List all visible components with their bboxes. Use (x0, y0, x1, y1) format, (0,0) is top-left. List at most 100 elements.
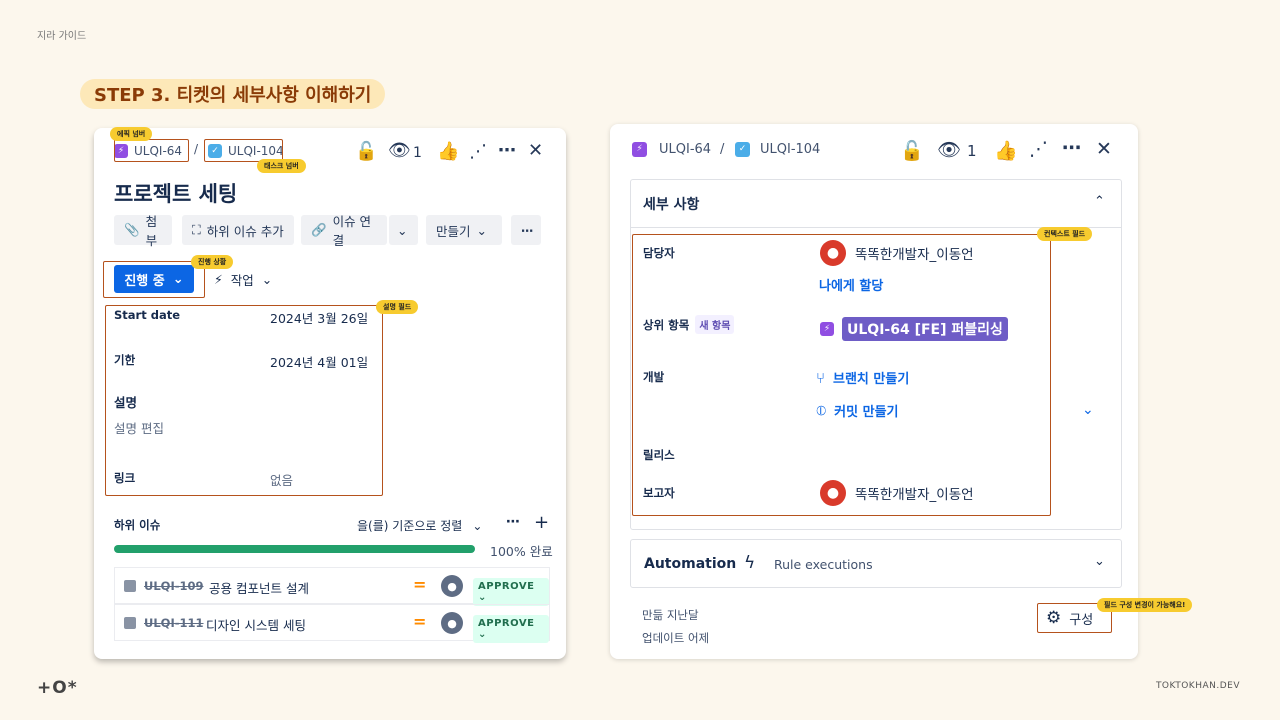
automation-panel[interactable]: Automation ϟ Rule executions ⌄ (630, 539, 1122, 588)
description-field-tag: 설명 필드 (376, 300, 419, 314)
guide-title: 지라 가이드 (37, 31, 87, 42)
progress-status-tag: 진행 상황 (191, 255, 234, 269)
subtask-key[interactable]: ULQI-109 (144, 579, 204, 593)
share-icon[interactable]: ⋰ (469, 141, 487, 162)
link-issue-button[interactable]: 🔗 이슈 연결 (301, 214, 387, 248)
epic-key-highlight (114, 139, 189, 162)
epic-key: ULQI-64 (659, 141, 712, 157)
gear-icon: ⚙ (1046, 608, 1062, 628)
link-value: 없음 (270, 473, 294, 488)
subtask-row[interactable]: ULQI-111 디자인 시스템 세팅 = ● APPROVE ⌄ (114, 604, 550, 643)
field-config-tag: 필드 구성 변경이 가능해요! (1097, 598, 1193, 612)
subtask-status-label: APPROVE (478, 618, 535, 629)
like-icon[interactable]: 👍 (994, 139, 1018, 162)
assign-to-me-link[interactable]: 나에게 할당 (819, 275, 883, 294)
details-header[interactable]: 세부 사항 ⌃ (631, 180, 1121, 228)
add-child-button[interactable]: ⛶ 하위 이슈 추가 (182, 215, 294, 245)
plus-icon[interactable]: + (534, 512, 549, 533)
chevron-up-icon[interactable]: ⌃ (1094, 194, 1105, 209)
details-title: 세부 사항 (643, 197, 700, 213)
create-button[interactable]: 만들기 ⌄ (426, 215, 502, 245)
more-icon[interactable]: ⋯ (506, 514, 520, 530)
subtask-status-label: APPROVE (478, 581, 535, 592)
action-button[interactable]: ⚡ 작업 ⌄ (214, 270, 272, 289)
start-date-value[interactable]: 2024년 3월 26일 (270, 308, 368, 327)
chevron-down-icon: ⌄ (397, 222, 408, 238)
avatar-icon[interactable]: ● (441, 612, 463, 634)
breadcrumb-separator: / (720, 142, 725, 157)
development-label: 개발 (643, 370, 665, 384)
create-commit-label: 커밋 만들기 (834, 405, 899, 420)
due-date-value[interactable]: 2024년 4월 01일 (270, 352, 368, 371)
start-date-label: Start date (114, 308, 181, 322)
created-date: 만듦 지난달 (642, 608, 699, 622)
chevron-down-icon[interactable]: ⌄ (1094, 554, 1105, 569)
issue-sidebar-card: ⚡ ULQI-64 / ✓ ULQI-104 🔓 👁 1 👍 ⋰ ⋯ ✕ 세부 … (610, 124, 1193, 659)
status-label: 진행 중 (124, 273, 165, 289)
priority-medium-icon: = (413, 575, 427, 594)
task-key-link[interactable]: ✓ ULQI-104 (735, 138, 820, 160)
create-branch-link[interactable]: ⑂ 브랜치 만들기 (816, 368, 909, 388)
reporter-name: 똑똑한개발자_이동언 (855, 487, 974, 503)
chevron-down-icon: ⌄ (472, 518, 483, 533)
breadcrumb-separator: / (194, 142, 199, 156)
lock-icon[interactable]: 🔓 (355, 141, 377, 162)
subtask-icon (124, 580, 136, 592)
lock-icon[interactable]: 🔓 (900, 139, 924, 162)
epic-icon: ⚡ (820, 322, 834, 336)
subtask-row[interactable]: ULQI-109 공용 컴포넌트 설계 = ● APPROVE ⌄ (114, 567, 550, 606)
create-commit-link[interactable]: ⦶ 커밋 만들기 (816, 401, 899, 421)
sort-dropdown[interactable]: 을(를) 기준으로 정렬 ⌄ (357, 517, 482, 534)
link-icon: 🔗 (311, 222, 327, 237)
avatar-icon: ● (820, 480, 846, 506)
subtask-status[interactable]: APPROVE ⌄ (473, 615, 549, 643)
avatar-icon[interactable]: ● (441, 575, 463, 597)
parent-link[interactable]: ULQI-64 [FE] 퍼블리싱 (842, 317, 1008, 341)
progress-text: 100% 완료 (490, 544, 553, 559)
description-editor[interactable]: 설명 편집 (114, 418, 164, 437)
status-button[interactable]: 진행 중 ⌄ (114, 265, 194, 293)
chevron-down-icon: ⌄ (261, 272, 273, 287)
site-url: TOKTOKHAN.DEV (1155, 681, 1240, 691)
assignee-field[interactable]: ● 똑똑한개발자_이동언 (820, 240, 974, 266)
epic-number-tag: 에픽 넘버 (110, 127, 153, 141)
chevron-down-icon[interactable]: ⌄ (1082, 402, 1094, 418)
reporter-field[interactable]: ● 똑똑한개발자_이동언 (820, 480, 974, 506)
share-icon[interactable]: ⋰ (1029, 138, 1048, 160)
watch-count: 1 (413, 145, 422, 161)
link-issue-dropdown[interactable]: ⌄ (389, 215, 418, 245)
sort-label: 을(를) 기준으로 정렬 (357, 519, 463, 533)
subtask-status[interactable]: APPROVE ⌄ (473, 578, 549, 606)
close-icon[interactable]: ✕ (528, 140, 543, 161)
more-icon[interactable]: ⋯ (1062, 137, 1081, 159)
priority-medium-icon: = (413, 612, 427, 631)
parent-field[interactable]: ⚡ ULQI-64 [FE] 퍼블리싱 (820, 317, 1008, 341)
eye-icon[interactable]: 👁 (388, 140, 411, 161)
assignee-name: 똑똑한개발자_이동언 (855, 247, 974, 263)
description-fields-highlight (105, 305, 383, 496)
attach-button[interactable]: 📎 첨부 (114, 214, 172, 248)
issue-title[interactable]: 프로젝트 세팅 (114, 178, 237, 208)
issue-detail-card: ⚡ ULQI-64 / ✓ ULQI-104 에픽 넘버 태스크 넘버 🔓 👁 … (94, 127, 566, 659)
epic-key-link[interactable]: ⚡ ULQI-64 (632, 138, 711, 160)
hierarchy-icon: ⛶ (192, 222, 201, 237)
subtask-icon (124, 617, 136, 629)
eye-icon[interactable]: 👁 (937, 138, 961, 161)
subtask-key[interactable]: ULQI-111 (144, 616, 204, 630)
close-icon[interactable]: ✕ (1096, 138, 1112, 160)
description-label: 설명 (114, 395, 138, 410)
more-icon: ⋯ (521, 222, 534, 238)
context-field-tag: 컨텍스트 필드 (1037, 227, 1093, 241)
configure-button[interactable]: ⚙ 구성 (1046, 608, 1093, 628)
subtask-progress-bar (114, 545, 475, 553)
chevron-down-icon: ⌄ (172, 271, 184, 287)
subtask-summary[interactable]: 공용 컴포넌트 설계 (209, 578, 309, 597)
like-icon[interactable]: 👍 (437, 141, 459, 162)
subtask-summary[interactable]: 디자인 시스템 세팅 (206, 615, 306, 634)
epic-icon: ⚡ (632, 141, 647, 157)
attach-label: 첨부 (145, 214, 158, 248)
more-actions-button[interactable]: ⋯ (511, 215, 541, 245)
updated-date: 업데이트 어제 (642, 631, 710, 645)
brand-logo: +O* (37, 678, 78, 698)
more-icon[interactable]: ⋯ (498, 140, 516, 161)
